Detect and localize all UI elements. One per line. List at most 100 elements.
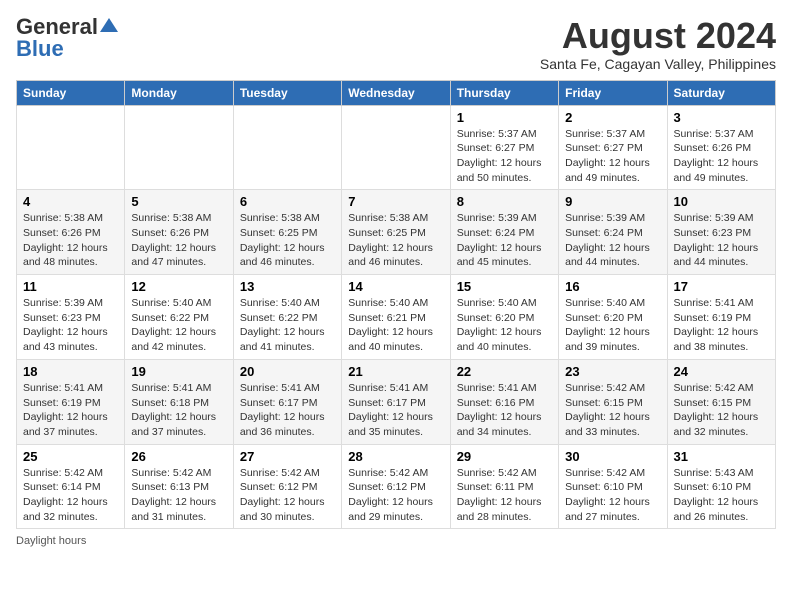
day-number: 8: [457, 194, 552, 209]
day-cell: 23 Sunrise: 5:42 AM Sunset: 6:15 PM Dayli…: [559, 359, 667, 444]
day-number: 5: [131, 194, 226, 209]
day-cell: 22 Sunrise: 5:41 AM Sunset: 6:16 PM Dayli…: [450, 359, 558, 444]
day-number: 31: [674, 449, 769, 464]
logo-general-text: General: [16, 16, 98, 38]
day-info: Sunrise: 5:38 AM Sunset: 6:26 PM Dayligh…: [23, 211, 118, 270]
day-cell: 5 Sunrise: 5:38 AM Sunset: 6:26 PM Daylig…: [125, 190, 233, 275]
day-info: Sunrise: 5:38 AM Sunset: 6:26 PM Dayligh…: [131, 211, 226, 270]
day-cell: [17, 105, 125, 190]
day-info: Sunrise: 5:41 AM Sunset: 6:19 PM Dayligh…: [674, 296, 769, 355]
calendar-body: 1Sunrise: 5:37 AM Sunset: 6:27 PM Daylig…: [17, 105, 776, 529]
day-info: Sunrise: 5:37 AM Sunset: 6:27 PM Dayligh…: [565, 127, 660, 186]
day-cell: [342, 105, 450, 190]
logo: General Blue: [16, 16, 118, 61]
day-info: Sunrise: 5:41 AM Sunset: 6:16 PM Dayligh…: [457, 381, 552, 440]
day-info: Sunrise: 5:42 AM Sunset: 6:11 PM Dayligh…: [457, 466, 552, 525]
header-row: SundayMondayTuesdayWednesdayThursdayFrid…: [17, 80, 776, 105]
header-cell-tuesday: Tuesday: [233, 80, 341, 105]
day-number: 22: [457, 364, 552, 379]
day-cell: 13 Sunrise: 5:40 AM Sunset: 6:22 PM Dayli…: [233, 275, 341, 360]
day-info: Sunrise: 5:40 AM Sunset: 6:20 PM Dayligh…: [565, 296, 660, 355]
day-info: Sunrise: 5:41 AM Sunset: 6:19 PM Dayligh…: [23, 381, 118, 440]
week-row-5: 25Sunrise: 5:42 AM Sunset: 6:14 PM Dayli…: [17, 444, 776, 529]
day-number: 3: [674, 110, 769, 125]
day-info: Sunrise: 5:37 AM Sunset: 6:26 PM Dayligh…: [674, 127, 769, 186]
day-number: 24: [674, 364, 769, 379]
header-cell-wednesday: Wednesday: [342, 80, 450, 105]
day-cell: 12Sunrise: 5:40 AM Sunset: 6:22 PM Dayli…: [125, 275, 233, 360]
day-info: Sunrise: 5:39 AM Sunset: 6:24 PM Dayligh…: [457, 211, 552, 270]
day-number: 30: [565, 449, 660, 464]
day-info: Sunrise: 5:41 AM Sunset: 6:17 PM Dayligh…: [240, 381, 335, 440]
day-cell: 11Sunrise: 5:39 AM Sunset: 6:23 PM Dayli…: [17, 275, 125, 360]
day-info: Sunrise: 5:38 AM Sunset: 6:25 PM Dayligh…: [348, 211, 443, 270]
day-number: 17: [674, 279, 769, 294]
day-cell: 19Sunrise: 5:41 AM Sunset: 6:18 PM Dayli…: [125, 359, 233, 444]
header-cell-saturday: Saturday: [667, 80, 775, 105]
day-cell: 15Sunrise: 5:40 AM Sunset: 6:20 PM Dayli…: [450, 275, 558, 360]
day-number: 28: [348, 449, 443, 464]
day-cell: [233, 105, 341, 190]
day-cell: 28Sunrise: 5:42 AM Sunset: 6:12 PM Dayli…: [342, 444, 450, 529]
day-info: Sunrise: 5:37 AM Sunset: 6:27 PM Dayligh…: [457, 127, 552, 186]
day-number: 23: [565, 364, 660, 379]
day-info: Sunrise: 5:41 AM Sunset: 6:18 PM Dayligh…: [131, 381, 226, 440]
day-number: 11: [23, 279, 118, 294]
day-cell: 25Sunrise: 5:42 AM Sunset: 6:14 PM Dayli…: [17, 444, 125, 529]
day-number: 6: [240, 194, 335, 209]
title-block: August 2024 Santa Fe, Cagayan Valley, Ph…: [540, 16, 776, 72]
day-cell: 29Sunrise: 5:42 AM Sunset: 6:11 PM Dayli…: [450, 444, 558, 529]
header-cell-monday: Monday: [125, 80, 233, 105]
logo-icon: [100, 16, 118, 34]
day-number: 21: [348, 364, 443, 379]
month-title: August 2024: [540, 16, 776, 56]
day-cell: 30 Sunrise: 5:42 AM Sunset: 6:10 PM Dayli…: [559, 444, 667, 529]
day-info: Sunrise: 5:38 AM Sunset: 6:25 PM Dayligh…: [240, 211, 335, 270]
day-info: Sunrise: 5:41 AM Sunset: 6:17 PM Dayligh…: [348, 381, 443, 440]
day-info: Sunrise: 5:42 AM Sunset: 6:13 PM Dayligh…: [131, 466, 226, 525]
day-info: Sunrise: 5:39 AM Sunset: 6:24 PM Dayligh…: [565, 211, 660, 270]
day-cell: 7 Sunrise: 5:38 AM Sunset: 6:25 PM Daylig…: [342, 190, 450, 275]
week-row-1: 1Sunrise: 5:37 AM Sunset: 6:27 PM Daylig…: [17, 105, 776, 190]
logo-blue-text: Blue: [16, 36, 64, 61]
day-info: Sunrise: 5:42 AM Sunset: 6:12 PM Dayligh…: [240, 466, 335, 525]
day-number: 7: [348, 194, 443, 209]
day-info: Sunrise: 5:42 AM Sunset: 6:15 PM Dayligh…: [565, 381, 660, 440]
day-cell: 20 Sunrise: 5:41 AM Sunset: 6:17 PM Dayli…: [233, 359, 341, 444]
week-row-2: 4 Sunrise: 5:38 AM Sunset: 6:26 PM Daylig…: [17, 190, 776, 275]
day-number: 15: [457, 279, 552, 294]
day-number: 20: [240, 364, 335, 379]
day-number: 27: [240, 449, 335, 464]
day-cell: 4 Sunrise: 5:38 AM Sunset: 6:26 PM Daylig…: [17, 190, 125, 275]
day-cell: 8 Sunrise: 5:39 AM Sunset: 6:24 PM Daylig…: [450, 190, 558, 275]
day-number: 2: [565, 110, 660, 125]
daylight-hours-label: Daylight hours: [16, 535, 86, 547]
day-info: Sunrise: 5:40 AM Sunset: 6:22 PM Dayligh…: [240, 296, 335, 355]
calendar-header: SundayMondayTuesdayWednesdayThursdayFrid…: [17, 80, 776, 105]
day-cell: [125, 105, 233, 190]
day-info: Sunrise: 5:42 AM Sunset: 6:10 PM Dayligh…: [565, 466, 660, 525]
location: Santa Fe, Cagayan Valley, Philippines: [540, 56, 776, 72]
day-cell: 26Sunrise: 5:42 AM Sunset: 6:13 PM Dayli…: [125, 444, 233, 529]
day-cell: 1Sunrise: 5:37 AM Sunset: 6:27 PM Daylig…: [450, 105, 558, 190]
day-cell: 18Sunrise: 5:41 AM Sunset: 6:19 PM Dayli…: [17, 359, 125, 444]
day-cell: 14Sunrise: 5:40 AM Sunset: 6:21 PM Dayli…: [342, 275, 450, 360]
day-cell: 16Sunrise: 5:40 AM Sunset: 6:20 PM Dayli…: [559, 275, 667, 360]
header-cell-thursday: Thursday: [450, 80, 558, 105]
day-info: Sunrise: 5:42 AM Sunset: 6:15 PM Dayligh…: [674, 381, 769, 440]
day-info: Sunrise: 5:40 AM Sunset: 6:21 PM Dayligh…: [348, 296, 443, 355]
day-number: 25: [23, 449, 118, 464]
day-number: 13: [240, 279, 335, 294]
week-row-3: 11Sunrise: 5:39 AM Sunset: 6:23 PM Dayli…: [17, 275, 776, 360]
day-number: 4: [23, 194, 118, 209]
day-cell: 17 Sunrise: 5:41 AM Sunset: 6:19 PM Dayli…: [667, 275, 775, 360]
day-info: Sunrise: 5:43 AM Sunset: 6:10 PM Dayligh…: [674, 466, 769, 525]
day-info: Sunrise: 5:40 AM Sunset: 6:22 PM Dayligh…: [131, 296, 226, 355]
day-cell: 31 Sunrise: 5:43 AM Sunset: 6:10 PM Dayli…: [667, 444, 775, 529]
day-cell: 3 Sunrise: 5:37 AM Sunset: 6:26 PM Daylig…: [667, 105, 775, 190]
day-cell: 21 Sunrise: 5:41 AM Sunset: 6:17 PM Dayli…: [342, 359, 450, 444]
day-cell: 9Sunrise: 5:39 AM Sunset: 6:24 PM Daylig…: [559, 190, 667, 275]
calendar-table: SundayMondayTuesdayWednesdayThursdayFrid…: [16, 80, 776, 530]
day-cell: 6 Sunrise: 5:38 AM Sunset: 6:25 PM Daylig…: [233, 190, 341, 275]
footer: Daylight hours: [16, 535, 776, 547]
